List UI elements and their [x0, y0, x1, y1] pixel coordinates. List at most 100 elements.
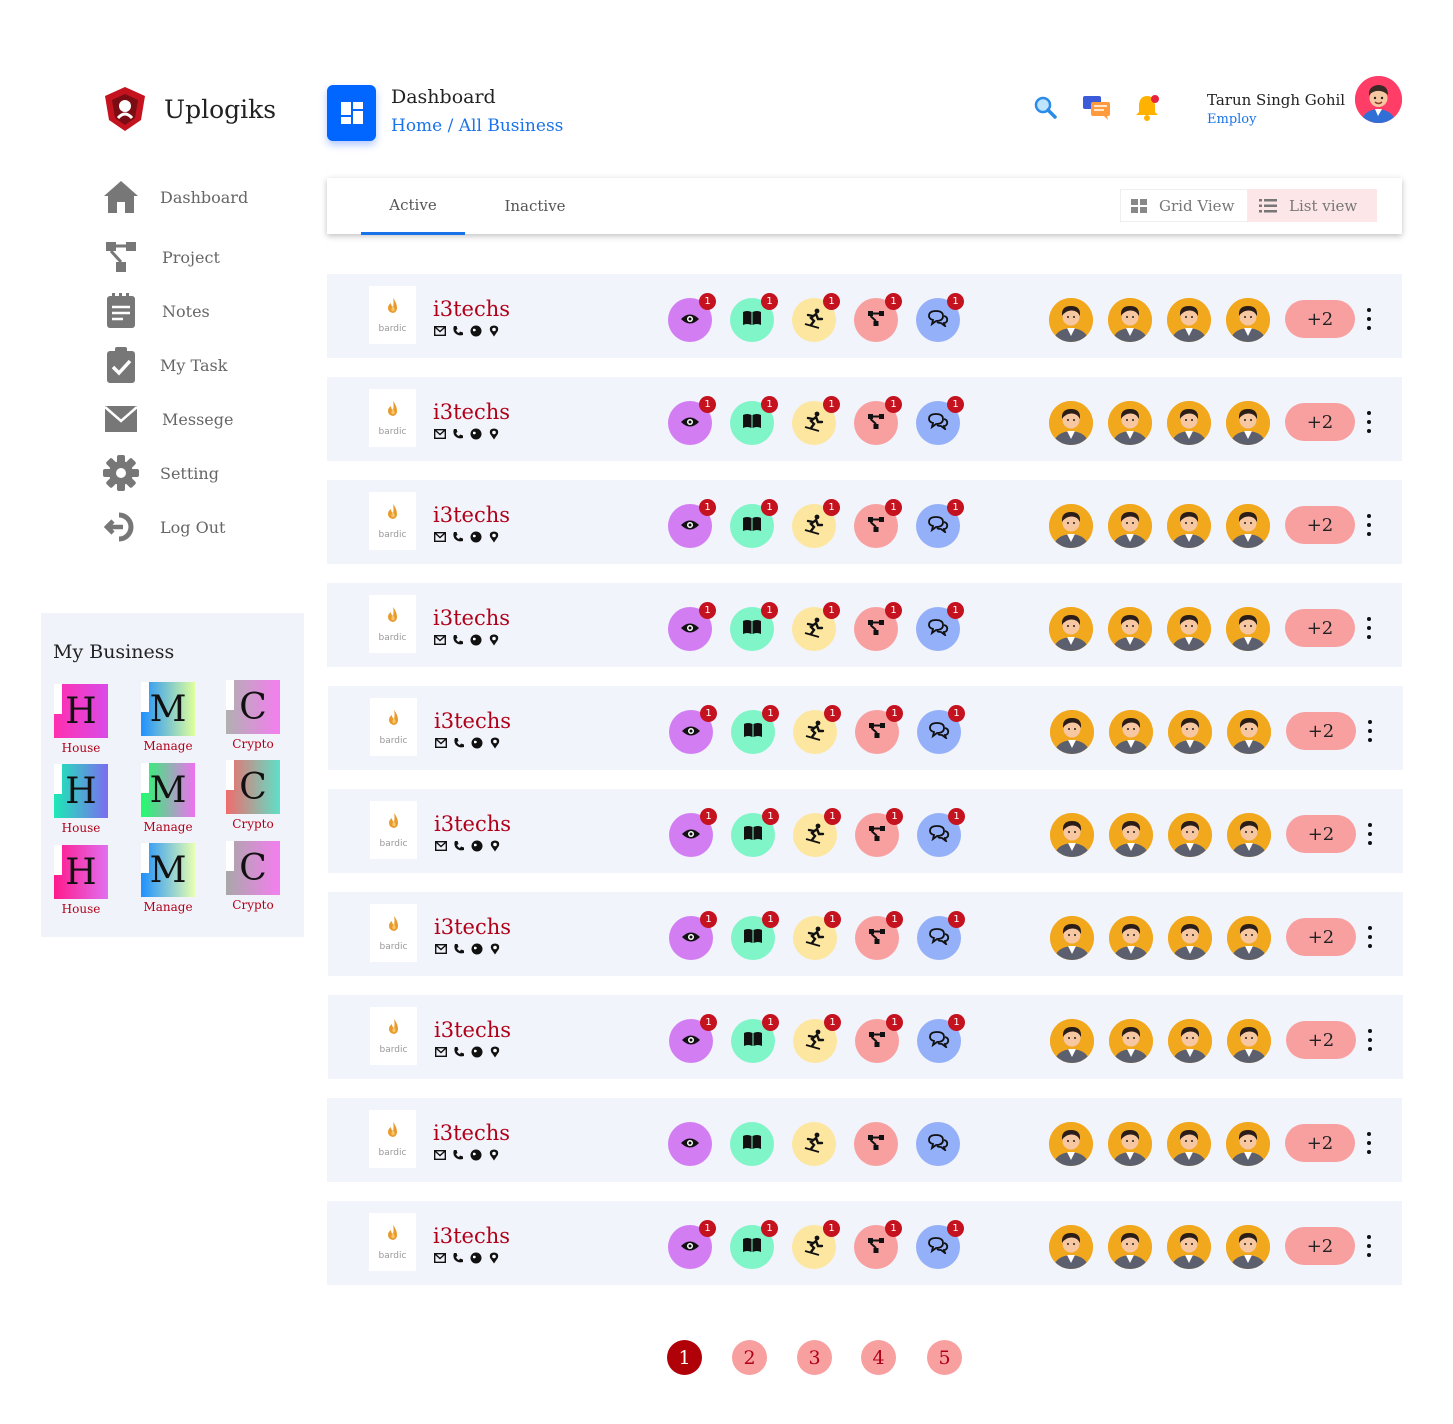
more-members-chip[interactable]: +2 [1285, 403, 1355, 441]
globe-icon[interactable] [471, 840, 483, 852]
sidebar-item-messege[interactable]: Messege [100, 398, 233, 440]
location-pin-icon[interactable] [489, 737, 501, 749]
phone-icon[interactable] [452, 325, 464, 337]
book-action-button[interactable] [730, 1122, 774, 1166]
location-pin-icon[interactable] [488, 1149, 500, 1161]
email-icon[interactable] [434, 634, 446, 646]
more-options-icon[interactable] [1363, 411, 1375, 433]
more-members-chip[interactable]: +2 [1286, 918, 1356, 956]
member-avatar[interactable] [1168, 1019, 1212, 1063]
chat-icon[interactable] [1082, 92, 1112, 122]
book-action-button[interactable]: 1 [731, 808, 779, 857]
chat-action-button[interactable]: 1 [917, 911, 965, 960]
more-members-chip[interactable]: +2 [1285, 506, 1355, 544]
view-action-button[interactable]: 1 [668, 499, 716, 548]
chat-action-button[interactable]: 1 [916, 499, 964, 548]
globe-icon[interactable] [470, 428, 482, 440]
sidebar-item-log-out[interactable]: Log Out [100, 506, 225, 548]
view-action-button[interactable]: 1 [668, 1220, 716, 1269]
location-pin-icon[interactable] [488, 428, 500, 440]
chat-action-button[interactable]: 1 [916, 1220, 964, 1269]
view-action-button[interactable]: 1 [669, 705, 717, 754]
more-options-icon[interactable] [1364, 926, 1376, 948]
ski-action-button[interactable]: 1 [792, 396, 840, 445]
member-avatar[interactable] [1050, 813, 1094, 857]
business-name[interactable]: i3techs [433, 297, 510, 321]
member-avatar[interactable] [1049, 401, 1093, 445]
phone-icon[interactable] [452, 1252, 464, 1264]
phone-icon[interactable] [453, 943, 465, 955]
business-name[interactable]: i3techs [433, 606, 510, 630]
member-avatar[interactable] [1227, 916, 1271, 960]
business-tile-crypto[interactable]: C Crypto [223, 680, 283, 751]
business-row[interactable]: bardic i3techs +2 [327, 1098, 1402, 1182]
more-members-chip[interactable]: +2 [1285, 609, 1355, 647]
list-view-button[interactable]: List view [1248, 189, 1377, 222]
project-action-button[interactable] [854, 1122, 898, 1166]
project-action-button[interactable]: 1 [855, 1014, 903, 1063]
member-avatar[interactable] [1049, 607, 1093, 651]
member-avatar[interactable] [1227, 813, 1271, 857]
member-avatar[interactable] [1108, 607, 1152, 651]
member-avatar[interactable] [1226, 504, 1270, 548]
location-pin-icon[interactable] [488, 634, 500, 646]
ski-action-button[interactable]: 1 [792, 293, 840, 342]
ski-action-button[interactable]: 1 [793, 911, 841, 960]
business-row[interactable]: bardic i3techs 1 1 1 1 1 +2 [327, 1201, 1402, 1285]
email-icon[interactable] [435, 1046, 447, 1058]
view-action-button[interactable]: 1 [668, 396, 716, 445]
sidebar-item-dashboard[interactable]: Dashboard [100, 176, 248, 218]
more-options-icon[interactable] [1363, 514, 1375, 536]
chat-action-button[interactable]: 1 [916, 396, 964, 445]
ski-action-button[interactable]: 1 [793, 705, 841, 754]
business-row[interactable]: bardic i3techs 1 1 1 1 1 +2 [328, 789, 1403, 873]
sidebar-item-setting[interactable]: Setting [100, 452, 219, 494]
globe-icon[interactable] [471, 1046, 483, 1058]
more-options-icon[interactable] [1363, 308, 1375, 330]
globe-icon[interactable] [471, 943, 483, 955]
book-action-button[interactable]: 1 [731, 705, 779, 754]
location-pin-icon[interactable] [488, 531, 500, 543]
email-icon[interactable] [435, 943, 447, 955]
member-avatar[interactable] [1108, 1122, 1152, 1166]
member-avatar[interactable] [1227, 710, 1271, 754]
phone-icon[interactable] [452, 634, 464, 646]
business-tile-crypto[interactable]: C Crypto [223, 841, 283, 912]
member-avatar[interactable] [1109, 813, 1153, 857]
business-tile-crypto[interactable]: C Crypto [223, 760, 283, 831]
chat-action-button[interactable]: 1 [917, 808, 965, 857]
member-avatar[interactable] [1168, 710, 1212, 754]
more-members-chip[interactable]: +2 [1286, 712, 1356, 750]
member-avatar[interactable] [1227, 1019, 1271, 1063]
member-avatar[interactable] [1168, 813, 1212, 857]
business-name[interactable]: i3techs [433, 1224, 510, 1248]
phone-icon[interactable] [453, 737, 465, 749]
member-avatar[interactable] [1109, 1019, 1153, 1063]
view-action-button[interactable]: 1 [669, 808, 717, 857]
member-avatar[interactable] [1226, 298, 1270, 342]
more-members-chip[interactable]: +2 [1285, 1227, 1355, 1265]
globe-icon[interactable] [470, 1252, 482, 1264]
search-icon[interactable] [1030, 92, 1060, 122]
globe-icon[interactable] [470, 325, 482, 337]
location-pin-icon[interactable] [489, 943, 501, 955]
globe-icon[interactable] [470, 634, 482, 646]
more-options-icon[interactable] [1363, 1235, 1375, 1257]
page-2-button[interactable]: 2 [732, 1340, 767, 1375]
business-name[interactable]: i3techs [434, 1018, 511, 1042]
business-row[interactable]: bardic i3techs 1 1 1 1 1 +2 [327, 480, 1402, 564]
member-avatar[interactable] [1109, 916, 1153, 960]
breadcrumb[interactable]: Home / All Business [391, 116, 563, 136]
member-avatar[interactable] [1226, 401, 1270, 445]
email-icon[interactable] [434, 325, 446, 337]
globe-icon[interactable] [470, 1149, 482, 1161]
more-options-icon[interactable] [1363, 617, 1375, 639]
business-tile-manage[interactable]: M Manage [138, 682, 198, 753]
chat-action-button[interactable]: 1 [916, 293, 964, 342]
location-pin-icon[interactable] [489, 840, 501, 852]
chat-action-button[interactable]: 1 [916, 602, 964, 651]
email-icon[interactable] [434, 1252, 446, 1264]
member-avatar[interactable] [1167, 298, 1211, 342]
member-avatar[interactable] [1167, 1122, 1211, 1166]
view-action-button[interactable]: 1 [668, 602, 716, 651]
